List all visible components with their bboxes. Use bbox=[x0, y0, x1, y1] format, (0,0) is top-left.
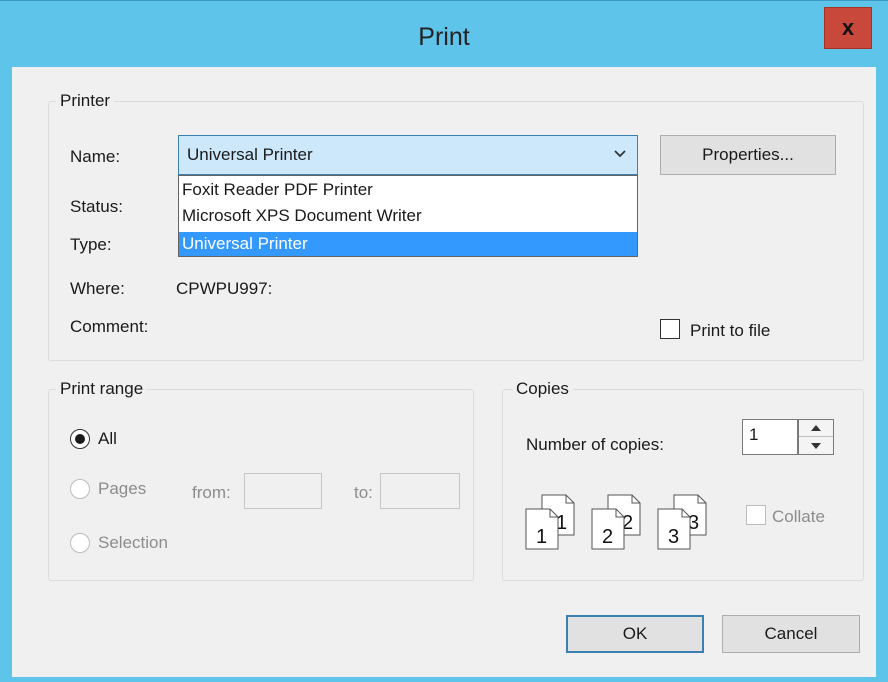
printer-option-foxit[interactable]: Foxit Reader PDF Printer bbox=[179, 178, 637, 202]
collate-set-1: 1 1 bbox=[525, 494, 575, 550]
print-to-file-checkbox[interactable] bbox=[660, 319, 680, 339]
collate-set-3: 3 3 bbox=[657, 494, 707, 550]
range-all-radio[interactable] bbox=[70, 429, 90, 449]
collate-page-number: 3 bbox=[668, 526, 679, 548]
to-label: to: bbox=[354, 483, 373, 502]
comment-label: Comment: bbox=[70, 317, 149, 336]
dialog-body: Printer Name: Status: Type: Where: CPWPU… bbox=[12, 67, 876, 677]
printer-name-value: Universal Printer bbox=[187, 145, 313, 164]
copies-spinner[interactable] bbox=[798, 419, 834, 455]
print-dialog-window: Print x Printer Name: Status: Type: Wher… bbox=[0, 0, 888, 682]
spin-down-icon[interactable] bbox=[799, 437, 833, 454]
collate-label[interactable]: Collate bbox=[772, 507, 825, 527]
type-label: Type: bbox=[70, 235, 112, 254]
printer-option-universal[interactable]: Universal Printer bbox=[179, 232, 637, 256]
name-label: Name: bbox=[70, 147, 121, 166]
from-label: from: bbox=[192, 483, 231, 502]
chevron-down-icon[interactable] bbox=[611, 142, 629, 166]
number-of-copies-label: Number of copies: bbox=[526, 435, 664, 454]
cancel-button[interactable]: Cancel bbox=[722, 615, 860, 653]
where-label: Where: bbox=[70, 279, 125, 298]
printer-group-legend: Printer bbox=[56, 91, 115, 111]
print-range-legend: Print range bbox=[56, 379, 148, 399]
collate-page-number: 1 bbox=[536, 526, 547, 548]
from-page-input[interactable] bbox=[244, 473, 322, 509]
printer-option-xps[interactable]: Microsoft XPS Document Writer bbox=[179, 204, 637, 228]
copies-input[interactable]: 1 bbox=[742, 419, 798, 455]
window-title: Print bbox=[418, 23, 470, 51]
collate-checkbox[interactable] bbox=[746, 505, 766, 525]
copies-legend: Copies bbox=[512, 379, 573, 399]
range-selection-label[interactable]: Selection bbox=[98, 533, 168, 553]
spin-up-icon[interactable] bbox=[799, 420, 833, 437]
printer-name-select[interactable]: Universal Printer bbox=[178, 135, 638, 175]
collate-page-number: 2 bbox=[602, 526, 613, 548]
collate-pages-icon: 1 1 2 2 3 3 bbox=[525, 494, 707, 550]
where-value: CPWPU997: bbox=[176, 279, 273, 298]
collate-set-2: 2 2 bbox=[591, 494, 641, 550]
properties-button[interactable]: Properties... bbox=[660, 135, 836, 175]
to-page-input[interactable] bbox=[380, 473, 460, 509]
close-button[interactable]: x bbox=[824, 7, 872, 49]
ok-button[interactable]: OK bbox=[566, 615, 704, 653]
close-icon: x bbox=[841, 15, 855, 40]
radio-selected-dot bbox=[75, 434, 85, 444]
print-to-file-label[interactable]: Print to file bbox=[690, 321, 770, 341]
printer-dropdown-list: Foxit Reader PDF Printer Microsoft XPS D… bbox=[178, 175, 638, 257]
range-pages-label[interactable]: Pages bbox=[98, 479, 146, 499]
range-selection-radio[interactable] bbox=[70, 533, 90, 553]
status-label: Status: bbox=[70, 197, 123, 216]
copies-value: 1 bbox=[749, 425, 759, 444]
range-all-label[interactable]: All bbox=[98, 429, 117, 449]
range-pages-radio[interactable] bbox=[70, 479, 90, 499]
